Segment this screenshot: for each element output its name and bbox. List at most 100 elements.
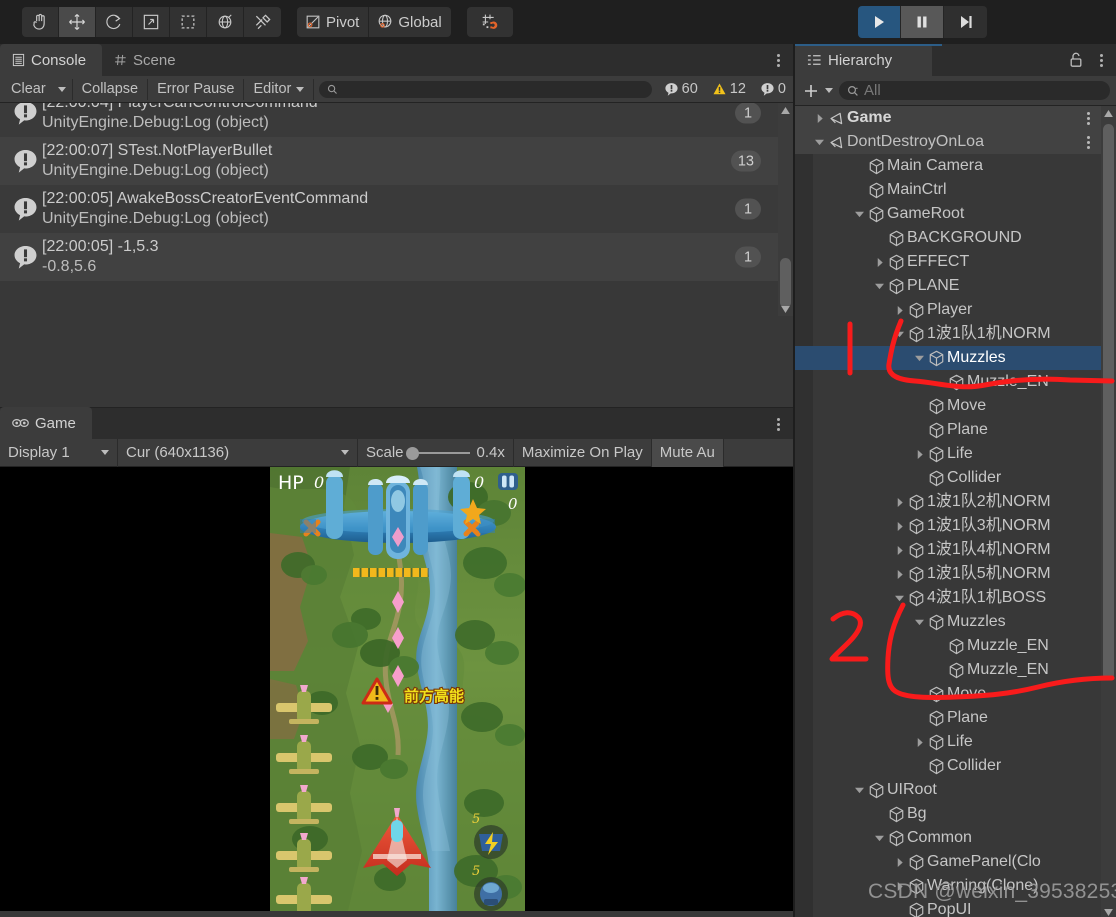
hierarchy-row-muzzles[interactable]: Muzzles (795, 346, 1116, 370)
chevron-down-icon[interactable] (873, 826, 886, 850)
hierarchy-row-dontdestroyonloa[interactable]: DontDestroyOnLoa (795, 130, 1116, 154)
scale-tool-button[interactable] (133, 7, 170, 37)
tab-hierarchy[interactable]: Hierarchy (795, 44, 933, 76)
hierarchy-row-muzzleen[interactable]: Muzzle_EN (795, 370, 1116, 394)
pause-button[interactable] (901, 6, 944, 38)
scene-options-kebab[interactable] (1082, 133, 1094, 151)
game-canvas[interactable]: 前方高能 HP 0 0 0 5 5 (270, 467, 525, 911)
hierarchy-row-collider[interactable]: Collider (795, 754, 1116, 778)
scale-slider-knob[interactable] (405, 446, 419, 460)
lock-icon[interactable] (1069, 52, 1083, 73)
hierarchy-row-114norm[interactable]: 1波1队4机NORM (795, 538, 1116, 562)
tab-scene[interactable]: Scene (102, 44, 192, 76)
error-pause-button[interactable]: Error Pause (148, 78, 245, 100)
hierarchy-scroll-thumb[interactable] (1103, 124, 1114, 680)
game-view[interactable]: 前方高能 HP 0 0 0 5 5 (0, 467, 793, 911)
hierarchy-row-plane[interactable]: Plane (795, 418, 1116, 442)
hierarchy-row-move[interactable]: Move (795, 682, 1116, 706)
hierarchy-row-111norm[interactable]: 1波1队1机NORM (795, 322, 1116, 346)
hierarchy-row-411boss[interactable]: 4波1队1机BOSS (795, 586, 1116, 610)
hierarchy-row-player[interactable]: Player (795, 298, 1116, 322)
scale-slider[interactable] (405, 446, 470, 460)
hierarchy-row-life[interactable]: Life (795, 442, 1116, 466)
hierarchy-row-background[interactable]: BACKGROUND (795, 226, 1116, 250)
scene-options-kebab[interactable] (1082, 109, 1094, 127)
log-count-toggle[interactable]: 0 (753, 81, 793, 97)
hierarchy-row-gameroot[interactable]: GameRoot (795, 202, 1116, 226)
chevron-right-icon[interactable] (893, 298, 906, 322)
clear-button[interactable]: Clear (2, 78, 55, 100)
scroll-down-arrow[interactable] (1101, 905, 1116, 917)
hierarchy-scrollbar[interactable] (1101, 106, 1116, 917)
console-row[interactable]: [22:00:07] STest.NotPlayerBullet UnityEn… (0, 137, 793, 185)
warning-count-toggle[interactable]: 12 (705, 81, 753, 97)
scroll-up-arrow[interactable] (1101, 106, 1116, 120)
chevron-down-icon[interactable] (853, 778, 866, 802)
scroll-down-arrow[interactable] (778, 302, 793, 316)
add-object-button[interactable] (801, 83, 835, 99)
chevron-down-icon[interactable] (913, 610, 926, 634)
hierarchy-row-muzzleen[interactable]: Muzzle_EN (795, 658, 1116, 682)
chevron-right-icon[interactable] (913, 442, 926, 466)
console-row[interactable]: [22:00:05] -1,5.3 -0.8,5.6 1 (0, 233, 793, 281)
chevron-down-icon[interactable] (893, 586, 906, 610)
maximize-on-play-toggle[interactable]: Maximize On Play (514, 438, 652, 467)
tab-game[interactable]: Game (0, 407, 92, 439)
scroll-up-arrow[interactable] (778, 103, 793, 117)
collapse-button[interactable]: Collapse (72, 78, 149, 100)
hierarchy-row-115norm[interactable]: 1波1队5机NORM (795, 562, 1116, 586)
pivot-toggle-button[interactable]: Pivot (297, 7, 370, 37)
chevron-down-icon[interactable] (873, 274, 886, 298)
rotate-tool-button[interactable] (96, 7, 133, 37)
hierarchy-row-gamepanelclo[interactable]: GamePanel(Clo (795, 850, 1116, 874)
chevron-right-icon[interactable] (813, 106, 826, 130)
clear-dropdown-button[interactable] (54, 78, 73, 100)
hierarchy-row-common[interactable]: Common (795, 826, 1116, 850)
hierarchy-row-112norm[interactable]: 1波1队2机NORM (795, 490, 1116, 514)
chevron-right-icon[interactable] (893, 850, 906, 874)
hierarchy-row-plane[interactable]: Plane (795, 706, 1116, 730)
error-count-toggle[interactable]: 60 (657, 81, 705, 97)
hierarchy-options-kebab[interactable] (1094, 51, 1108, 69)
hierarchy-search-input[interactable]: All (839, 81, 1110, 100)
tab-console[interactable]: Console (0, 44, 103, 76)
chevron-right-icon[interactable] (893, 538, 906, 562)
display-dropdown[interactable]: Display 1 (0, 438, 118, 467)
chevron-right-icon[interactable] (893, 490, 906, 514)
hierarchy-row-muzzleen[interactable]: Muzzle_EN (795, 634, 1116, 658)
hierarchy-row-mainctrl[interactable]: MainCtrl (795, 178, 1116, 202)
move-tool-button[interactable] (59, 7, 96, 37)
hierarchy-row-muzzles[interactable]: Muzzles (795, 610, 1116, 634)
scale-slider-group[interactable]: Scale 0.4x (358, 438, 514, 467)
resolution-dropdown[interactable]: Cur (640x1136) (118, 438, 358, 467)
console-options-kebab[interactable] (771, 51, 785, 69)
hierarchy-row-effect[interactable]: EFFECT (795, 250, 1116, 274)
chevron-down-icon[interactable] (893, 322, 906, 346)
chevron-right-icon[interactable] (893, 514, 906, 538)
console-scroll-thumb[interactable] (780, 258, 791, 308)
grid-snap-button[interactable] (466, 7, 513, 37)
console-row[interactable]: [22:00:05] AwakeBossCreatorEventCommand … (0, 185, 793, 233)
hierarchy-row-plane[interactable]: PLANE (795, 274, 1116, 298)
chevron-down-icon[interactable] (853, 202, 866, 226)
hierarchy-row-bg[interactable]: Bg (795, 802, 1116, 826)
hierarchy-tree[interactable]: Game DontDestroyOnLoa Main Camera MainCtrl G… (795, 106, 1116, 917)
hierarchy-row-game[interactable]: Game (795, 106, 1116, 130)
hierarchy-row-maincamera[interactable]: Main Camera (795, 154, 1116, 178)
play-button[interactable] (858, 6, 901, 38)
console-row[interactable]: [22:00:04] PlayerCanControlCommand Unity… (0, 103, 793, 137)
chevron-right-icon[interactable] (913, 730, 926, 754)
hierarchy-row-uiroot[interactable]: UIRoot (795, 778, 1116, 802)
rect-tool-button[interactable] (170, 7, 207, 37)
game-options-kebab[interactable] (771, 415, 785, 433)
mute-audio-toggle[interactable]: Mute Au (651, 438, 724, 467)
console-search-input[interactable] (319, 80, 652, 98)
chevron-down-icon[interactable] (913, 346, 926, 370)
hierarchy-row-move[interactable]: Move (795, 394, 1116, 418)
hierarchy-row-collider[interactable]: Collider (795, 466, 1116, 490)
step-button[interactable] (944, 6, 987, 38)
hierarchy-row-113norm[interactable]: 1波1队3机NORM (795, 514, 1116, 538)
transform-tool-button[interactable] (207, 7, 244, 37)
console-scrollbar[interactable] (778, 103, 793, 316)
chevron-right-icon[interactable] (873, 250, 886, 274)
